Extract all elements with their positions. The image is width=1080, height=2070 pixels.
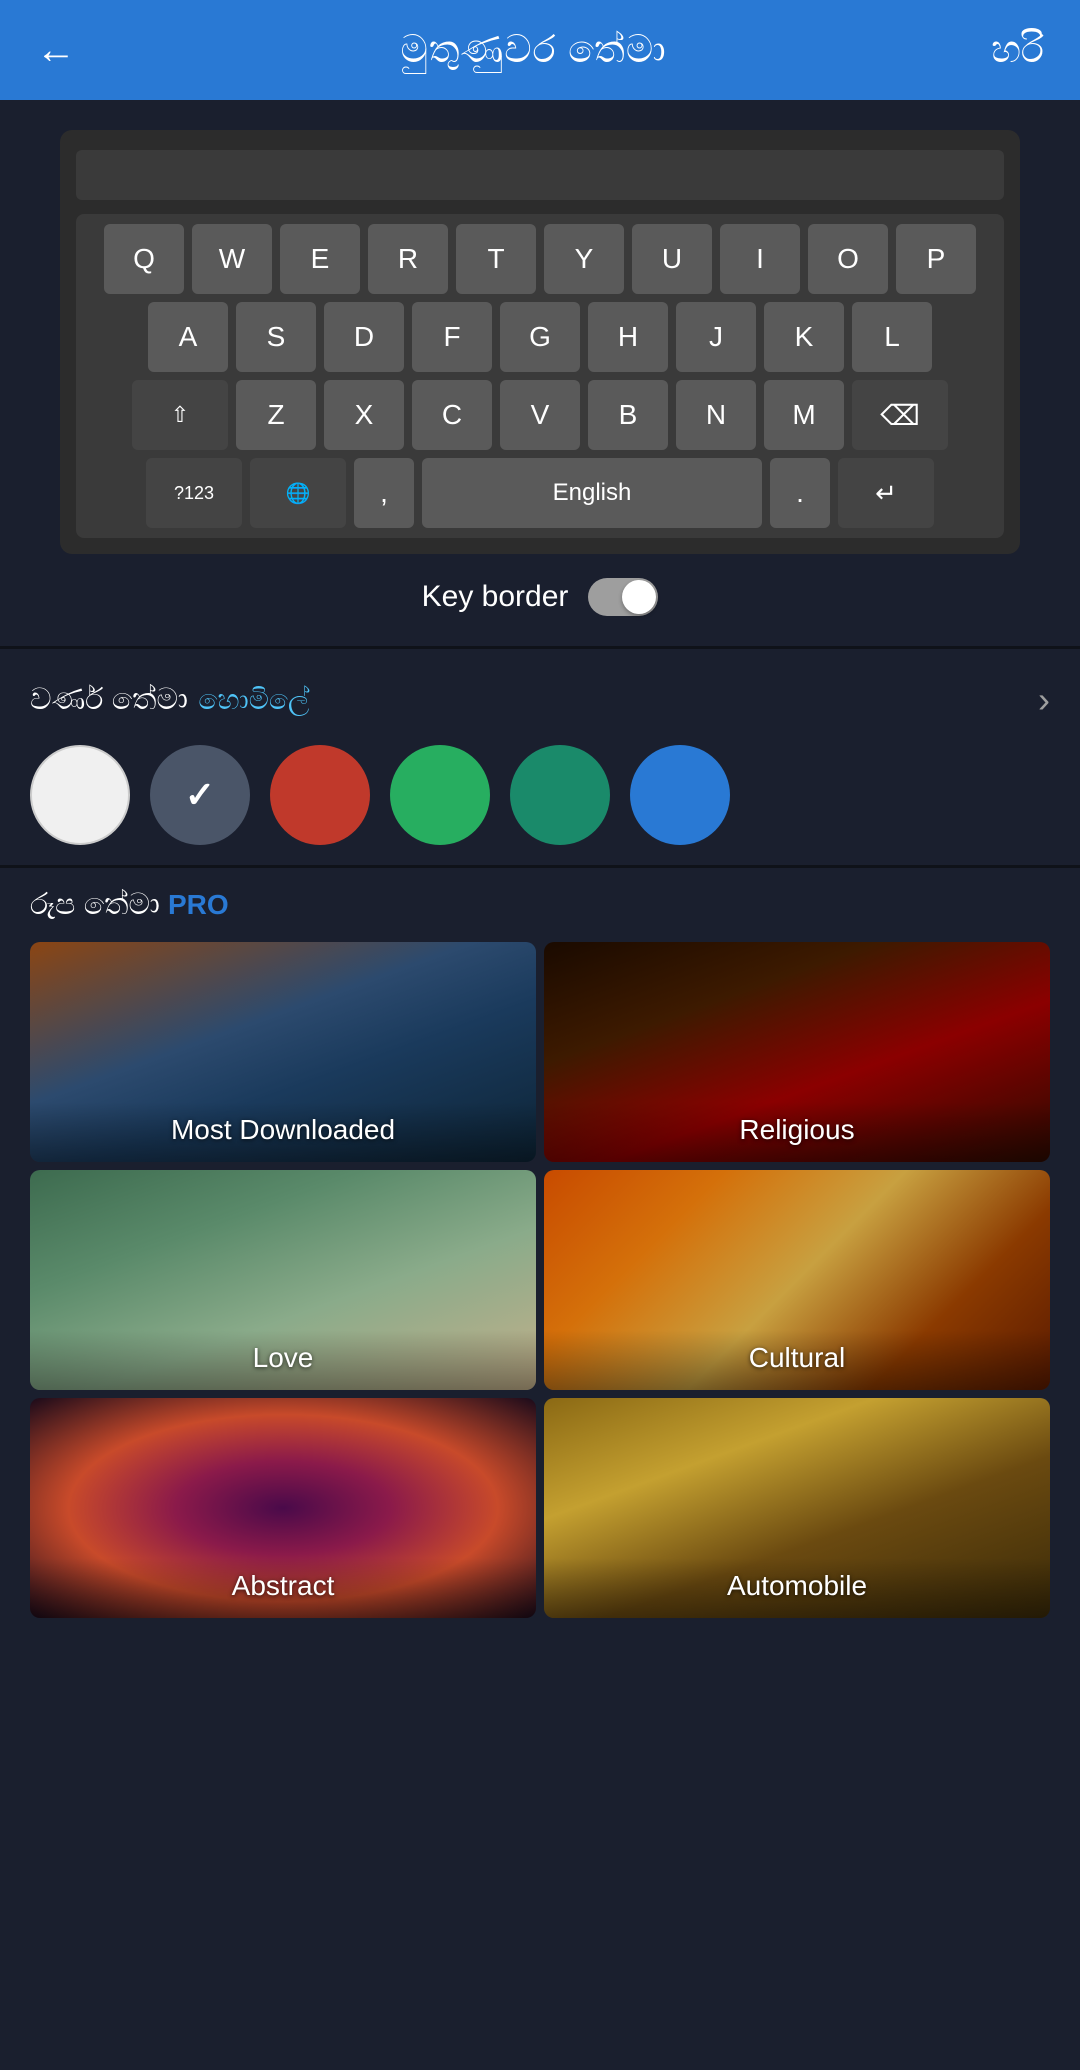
key-border-toggle[interactable] (588, 578, 658, 616)
theme-grid: Most Downloaded Religious Love Cultural (30, 942, 1050, 1618)
tile-cultural[interactable]: Cultural (544, 1170, 1050, 1390)
key-b[interactable]: B (588, 380, 668, 450)
tile-most-downloaded[interactable]: Most Downloaded (30, 942, 536, 1162)
image-theme-title: රූප තේමා PRO (30, 888, 1050, 922)
tile-label-most-downloaded: Most Downloaded (171, 1114, 395, 1146)
keyboard-rows: Q W E R T Y U I O P A S D F G H J K (76, 214, 1004, 538)
key-border-label: Key border (422, 580, 569, 614)
key-c[interactable]: C (412, 380, 492, 450)
keyboard-section: Q W E R T Y U I O P A S D F G H J K (0, 100, 1080, 646)
key-border-row: Key border (60, 578, 1020, 616)
color-theme-header: වර්ණ තේමා හොමිලේ › (30, 679, 1050, 721)
key-l[interactable]: L (852, 302, 932, 372)
key-o[interactable]: O (808, 224, 888, 294)
tile-label-automobile: Automobile (727, 1570, 867, 1602)
tile-label-religious: Religious (739, 1114, 854, 1146)
key-backspace[interactable]: ⌫ (852, 380, 948, 450)
key-globe[interactable]: 🌐 (250, 458, 346, 528)
key-a[interactable]: A (148, 302, 228, 372)
keyboard-row-2: A S D F G H J K L (82, 302, 998, 372)
swatch-green[interactable] (390, 745, 490, 845)
key-x[interactable]: X (324, 380, 404, 450)
key-e[interactable]: E (280, 224, 360, 294)
color-theme-subtitle: හොමිලේ (198, 684, 309, 715)
key-u[interactable]: U (632, 224, 712, 294)
key-period[interactable]: . (770, 458, 830, 528)
app-header: ← මුතුණුවර තේමා හරි (0, 0, 1080, 100)
key-r[interactable]: R (368, 224, 448, 294)
key-p[interactable]: P (896, 224, 976, 294)
color-theme-section: වර්ණ තේමා හොමිලේ › ✓ (0, 649, 1080, 865)
tile-love[interactable]: Love (30, 1170, 536, 1390)
back-button[interactable]: ← (36, 28, 76, 73)
tile-label-cultural: Cultural (749, 1342, 845, 1374)
color-swatches: ✓ (30, 745, 1050, 845)
key-numbers[interactable]: ?123 (146, 458, 242, 528)
tile-abstract[interactable]: Abstract (30, 1398, 536, 1618)
toggle-knob (622, 580, 656, 614)
key-v[interactable]: V (500, 380, 580, 450)
swatch-teal[interactable] (510, 745, 610, 845)
key-d[interactable]: D (324, 302, 404, 372)
key-enter[interactable]: ↵ (838, 458, 934, 528)
key-q[interactable]: Q (104, 224, 184, 294)
keyboard-row-4: ?123 🌐 , English . ↵ (82, 458, 998, 528)
tile-automobile[interactable]: Automobile (544, 1398, 1050, 1618)
key-n[interactable]: N (676, 380, 756, 450)
keyboard-row-1: Q W E R T Y U I O P (82, 224, 998, 294)
swatch-dark[interactable]: ✓ (150, 745, 250, 845)
key-i[interactable]: I (720, 224, 800, 294)
chevron-right-icon[interactable]: › (1038, 679, 1050, 721)
image-theme-section: රූප තේමා PRO Most Downloaded Religious Lo… (0, 868, 1080, 1648)
swatch-red[interactable] (270, 745, 370, 845)
key-comma[interactable]: , (354, 458, 414, 528)
tile-religious[interactable]: Religious (544, 942, 1050, 1162)
key-z[interactable]: Z (236, 380, 316, 450)
key-j[interactable]: J (676, 302, 756, 372)
tile-label-love: Love (253, 1342, 314, 1374)
key-w[interactable]: W (192, 224, 272, 294)
key-m[interactable]: M (764, 380, 844, 450)
key-space[interactable]: English (422, 458, 762, 528)
page-title: මුතුණුවර තේමා (400, 29, 666, 72)
keyboard-top-bar (76, 150, 1004, 200)
image-theme-title-text: රූප තේමා (30, 888, 160, 921)
key-t[interactable]: T (456, 224, 536, 294)
key-k[interactable]: K (764, 302, 844, 372)
key-h[interactable]: H (588, 302, 668, 372)
ok-button[interactable]: හරි (991, 29, 1044, 72)
pro-badge: PRO (168, 889, 229, 920)
key-shift[interactable]: ⇧ (132, 380, 228, 450)
key-s[interactable]: S (236, 302, 316, 372)
tile-label-abstract: Abstract (232, 1570, 335, 1602)
swatch-white[interactable] (30, 745, 130, 845)
color-theme-title-group: වර්ණ තේමා හොමිලේ (30, 683, 309, 717)
key-g[interactable]: G (500, 302, 580, 372)
keyboard-preview: Q W E R T Y U I O P A S D F G H J K (60, 130, 1020, 554)
keyboard-row-3: ⇧ Z X C V B N M ⌫ (82, 380, 998, 450)
key-y[interactable]: Y (544, 224, 624, 294)
swatch-blue[interactable] (630, 745, 730, 845)
swatch-selected-icon: ✓ (185, 774, 215, 816)
color-theme-title: වර්ණ තේමා (30, 683, 188, 716)
key-f[interactable]: F (412, 302, 492, 372)
